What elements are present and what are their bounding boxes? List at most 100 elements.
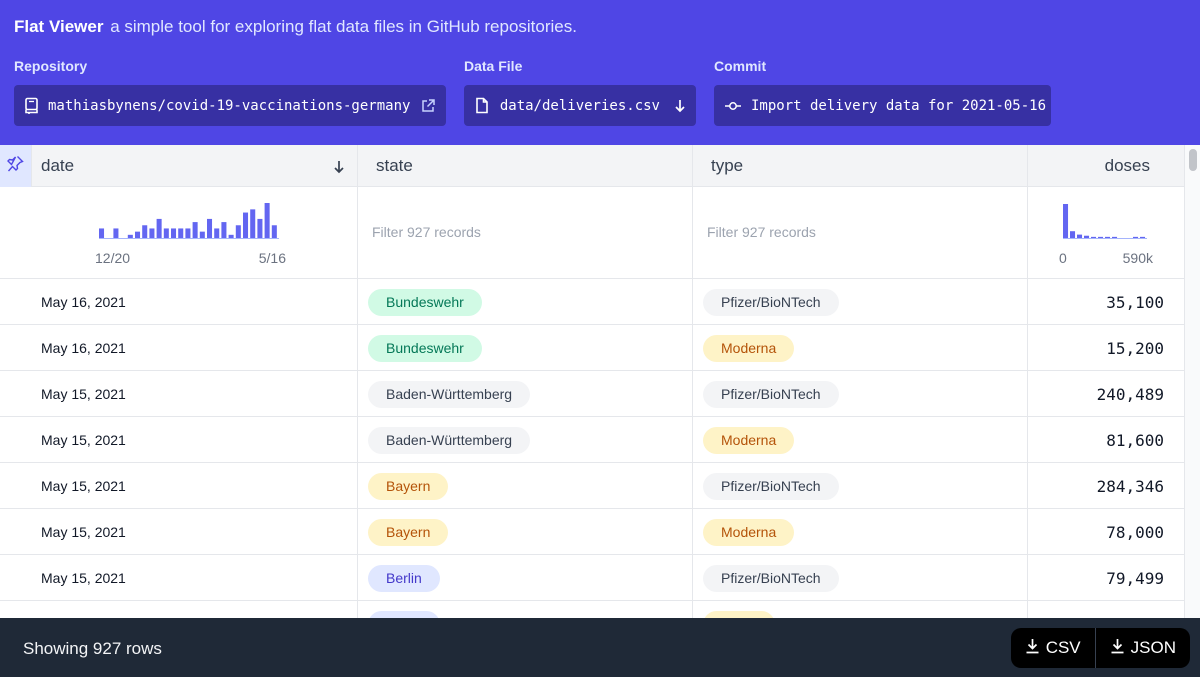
histogram-bar[interactable] bbox=[1084, 235, 1090, 238]
histogram-bar[interactable] bbox=[214, 228, 220, 238]
histogram-bar[interactable] bbox=[127, 234, 133, 238]
histogram-bar[interactable] bbox=[149, 228, 155, 238]
download-group: CSV JSON bbox=[1010, 628, 1190, 668]
type-cell: Pfizer/BioNTech bbox=[693, 555, 1028, 601]
histogram-bar[interactable] bbox=[142, 225, 148, 238]
histogram-bar[interactable] bbox=[156, 218, 162, 238]
histogram-bar[interactable] bbox=[207, 218, 213, 238]
app-tagline: Flat Viewer a simple tool for exploring … bbox=[14, 17, 577, 37]
doses-cell: 15,200 bbox=[1106, 338, 1164, 358]
type-badge: Pfizer/BioNTech bbox=[703, 380, 839, 408]
download-json-button[interactable]: JSON bbox=[1094, 628, 1190, 668]
type-filter-cell[interactable]: Filter 927 records bbox=[693, 187, 1028, 279]
state-filter-cell[interactable]: Filter 927 records bbox=[358, 187, 693, 279]
doses-histogram[interactable]: 0 590k bbox=[1028, 187, 1184, 279]
pin-icon bbox=[7, 155, 24, 177]
histogram-bar[interactable] bbox=[1133, 236, 1139, 238]
histogram-max-label: 590k bbox=[1123, 250, 1154, 266]
histogram-bar[interactable] bbox=[1098, 236, 1104, 238]
table-row[interactable]: May 15, 2021 Bayern Moderna 78,000 bbox=[0, 509, 1184, 555]
histogram-bar[interactable] bbox=[243, 212, 249, 238]
data-file-picker[interactable]: data/deliveries.csv bbox=[464, 85, 696, 126]
type-cell: Pfizer/BioNTech bbox=[693, 371, 1028, 417]
histogram-bar[interactable] bbox=[221, 222, 227, 238]
state-badge: Baden-Württemberg bbox=[368, 380, 531, 408]
repository-value: mathiasbynens/covid-19-vaccinations-germ… bbox=[48, 97, 411, 114]
histogram-bar[interactable] bbox=[178, 228, 184, 238]
type-cell: Moderna bbox=[693, 417, 1028, 463]
histogram-bar[interactable] bbox=[1140, 236, 1146, 238]
commit-picker[interactable]: Import delivery data for 2021-05-16 bbox=[714, 85, 1051, 126]
histogram-bar[interactable] bbox=[113, 228, 119, 238]
file-icon bbox=[474, 97, 491, 115]
histogram-bar[interactable] bbox=[257, 218, 263, 238]
row-count: Showing 927 rows bbox=[23, 639, 162, 658]
table-row[interactable]: May 16, 2021 Bundeswehr Moderna 15,200 bbox=[0, 325, 1184, 371]
histogram-bar[interactable] bbox=[1091, 236, 1097, 238]
histogram-bar[interactable] bbox=[99, 228, 105, 238]
date-histogram[interactable]: 12/20 5/16 bbox=[0, 187, 358, 279]
table-footer: Showing 927 rows CSV JSON bbox=[0, 618, 1200, 677]
state-cell: Baden-Württemberg bbox=[358, 417, 693, 463]
commit-label: Commit bbox=[714, 58, 767, 74]
column-header-state[interactable]: state bbox=[358, 145, 693, 187]
table-row[interactable]: May 15, 2021 Berlin Pfizer/BioNTech 79,499 bbox=[0, 555, 1184, 601]
date-cell: May 15, 2021 bbox=[0, 463, 358, 509]
histogram-bar[interactable] bbox=[228, 234, 234, 238]
doses-cell: 81,600 bbox=[1106, 430, 1164, 450]
histogram-bar[interactable] bbox=[1063, 204, 1069, 238]
table-row[interactable]: May 15, 2021 Bayern Pfizer/BioNTech 284,346 bbox=[0, 463, 1184, 509]
column-header-type[interactable]: type bbox=[693, 145, 1028, 187]
date-cell: May 15, 2021 bbox=[0, 555, 358, 601]
histogram-bar[interactable] bbox=[171, 228, 177, 238]
type-cell: Pfizer/BioNTech bbox=[693, 463, 1028, 509]
column-label-doses: doses bbox=[1104, 156, 1150, 175]
external-link-icon[interactable] bbox=[420, 98, 436, 114]
date-cell: May 16, 2021 bbox=[0, 279, 358, 325]
histogram-bar[interactable] bbox=[271, 225, 277, 238]
histogram-bar[interactable] bbox=[250, 209, 256, 238]
table-header-row: date state type doses bbox=[0, 145, 1184, 187]
histogram-bar[interactable] bbox=[235, 225, 241, 238]
commit-icon bbox=[724, 97, 742, 115]
date-cell: May 15, 2021 bbox=[0, 417, 358, 463]
state-badge: Bayern bbox=[368, 472, 449, 500]
table-row[interactable]: May 16, 2021 Bundeswehr Pfizer/BioNTech 35,… bbox=[0, 279, 1184, 325]
type-badge: Pfizer/BioNTech bbox=[703, 288, 839, 316]
arrow-down-icon[interactable] bbox=[674, 99, 686, 113]
pin-column-button[interactable] bbox=[0, 145, 32, 187]
download-csv-button[interactable]: CSV bbox=[1011, 628, 1095, 668]
state-cell: Bundeswehr bbox=[358, 279, 693, 325]
histogram-bar[interactable] bbox=[135, 231, 141, 238]
repository-picker[interactable]: mathiasbynens/covid-19-vaccinations-germ… bbox=[14, 85, 446, 126]
type-badge: Moderna bbox=[703, 426, 795, 454]
histogram-bar[interactable] bbox=[1105, 236, 1111, 238]
type-badge: Moderna bbox=[703, 334, 795, 362]
state-cell: Bayern bbox=[358, 463, 693, 509]
histogram-bar[interactable] bbox=[1070, 231, 1076, 238]
table-scrollbar[interactable] bbox=[1184, 145, 1200, 618]
repo-icon bbox=[24, 97, 39, 115]
doses-histogram-cell: 0 590k bbox=[1028, 187, 1184, 279]
table-row[interactable]: May 15, 2021 Baden-Württemberg Pfizer/BioN… bbox=[0, 371, 1184, 417]
histogram-bar[interactable] bbox=[192, 222, 198, 238]
histogram-bar[interactable] bbox=[163, 228, 169, 238]
histogram-bar[interactable] bbox=[185, 228, 191, 238]
type-filter-input[interactable]: Filter 927 records bbox=[707, 224, 816, 240]
type-cell: Moderna bbox=[693, 325, 1028, 371]
state-filter-input[interactable]: Filter 927 records bbox=[372, 224, 481, 240]
histogram-bar[interactable] bbox=[199, 231, 205, 238]
scrollbar-thumb[interactable] bbox=[1189, 149, 1197, 171]
histogram-bar[interactable] bbox=[1077, 234, 1083, 238]
type-badge: Moderna bbox=[703, 518, 795, 546]
histogram-bar[interactable] bbox=[1112, 236, 1118, 238]
table-row[interactable]: May 15, 2021 Baden-Württemberg Moderna 81,6… bbox=[0, 417, 1184, 463]
column-header-date[interactable]: date bbox=[32, 145, 358, 187]
histogram-bar[interactable] bbox=[264, 203, 270, 238]
state-badge: Baden-Württemberg bbox=[368, 426, 531, 454]
date-cell: May 15, 2021 bbox=[0, 509, 358, 555]
column-header-doses[interactable]: doses bbox=[1028, 145, 1184, 187]
app-name: Flat Viewer bbox=[14, 17, 104, 36]
histogram-min-label: 0 bbox=[1059, 250, 1067, 266]
arrow-down-icon[interactable] bbox=[333, 159, 345, 179]
